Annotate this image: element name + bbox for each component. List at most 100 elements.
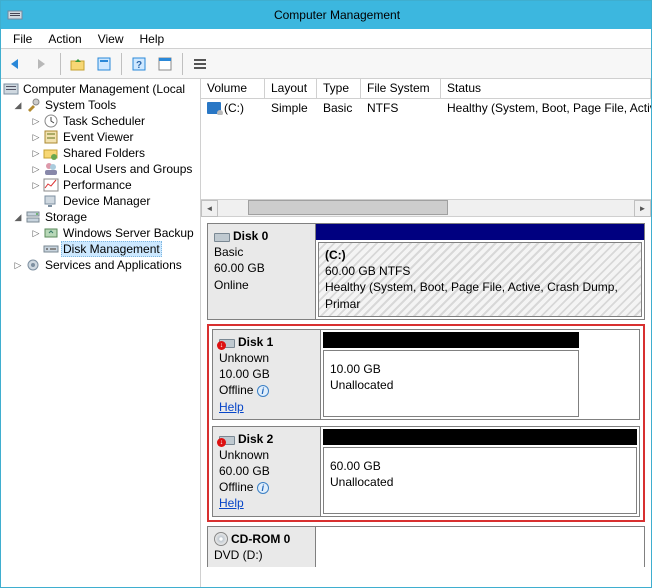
tree-ws-backup[interactable]: ▷ Windows Server Backup [1, 225, 200, 241]
volume-status: Healthy (System, Boot, Page File, Active… [441, 101, 651, 115]
toolbar: ? [1, 49, 651, 79]
volume-list[interactable]: (C:) Simple Basic NTFS Healthy (System, … [201, 99, 651, 199]
disk-graphical-view[interactable]: Disk 0 Basic 60.00 GB Online (C:) 60.00 … [201, 217, 651, 587]
menu-file[interactable]: File [5, 30, 40, 48]
col-filesystem[interactable]: File System [361, 79, 441, 98]
cdrom-icon [214, 532, 228, 546]
info-icon[interactable]: i [257, 385, 269, 397]
partition-header-bar [323, 332, 579, 348]
scroll-right-button[interactable]: ► [634, 200, 651, 217]
highlighted-disks: ↓Disk 1 Unknown 10.00 GB Offline i Help … [207, 324, 645, 522]
scroll-left-button[interactable]: ◄ [201, 200, 218, 217]
col-volume[interactable]: Volume [201, 79, 265, 98]
expand-icon[interactable]: ▷ [31, 180, 41, 191]
partition-status: Unallocated [330, 377, 572, 393]
event-icon [43, 129, 59, 145]
clock-icon [43, 113, 59, 129]
menu-view[interactable]: View [90, 30, 132, 48]
partition-size: 60.00 GB NTFS [325, 263, 635, 279]
tree-device-manager[interactable]: Device Manager [1, 193, 200, 209]
expand-icon[interactable]: ▷ [31, 116, 41, 127]
tree-label: Shared Folders [61, 146, 147, 160]
tree-performance[interactable]: ▷ Performance [1, 177, 200, 193]
navigation-tree[interactable]: Computer Management (Local ◢ System Tool… [1, 79, 201, 587]
details-pane: Volume Layout Type File System Status (C… [201, 79, 651, 587]
storage-icon [25, 209, 41, 225]
toolbar-separator [60, 53, 61, 75]
disk-state: Offline [219, 480, 253, 494]
tree-storage[interactable]: ◢ Storage [1, 209, 200, 225]
expand-icon[interactable]: ▷ [31, 148, 41, 159]
toolbar-separator [182, 53, 183, 75]
scroll-track[interactable] [218, 200, 634, 217]
up-folder-button[interactable] [66, 52, 90, 76]
tree-label: Disk Management [61, 241, 162, 257]
collapse-icon[interactable]: ◢ [13, 212, 23, 223]
disk-1-partitions: 10.00 GB Unallocated [321, 330, 639, 419]
folder-up-icon [70, 56, 86, 72]
tree-disk-management[interactable]: Disk Management [1, 241, 200, 257]
tree-label: Computer Management (Local [21, 82, 187, 96]
partition-status: Healthy (System, Boot, Page File, Active… [325, 279, 635, 311]
svg-text:?: ? [136, 60, 142, 71]
menu-action[interactable]: Action [40, 30, 89, 48]
expand-icon[interactable]: ▷ [31, 228, 41, 239]
col-layout[interactable]: Layout [265, 79, 317, 98]
info-icon[interactable]: i [257, 482, 269, 494]
console-icon [3, 81, 19, 97]
collapse-icon[interactable]: ◢ [13, 100, 23, 111]
backup-icon [43, 225, 59, 241]
list-settings-button[interactable] [188, 52, 212, 76]
tree-label: Performance [61, 178, 134, 192]
menu-help[interactable]: Help [132, 30, 173, 48]
col-type[interactable]: Type [317, 79, 361, 98]
volume-row[interactable]: (C:) Simple Basic NTFS Healthy (System, … [201, 99, 651, 117]
expand-icon[interactable]: ▷ [31, 132, 41, 143]
disk-0-block[interactable]: Disk 0 Basic 60.00 GB Online (C:) 60.00 … [207, 223, 645, 320]
disk-1-block[interactable]: ↓Disk 1 Unknown 10.00 GB Offline i Help … [212, 329, 640, 420]
back-button[interactable] [5, 52, 29, 76]
volume-layout: Simple [265, 101, 317, 115]
volume-fs: NTFS [361, 101, 441, 115]
tree-task-scheduler[interactable]: ▷ Task Scheduler [1, 113, 200, 129]
properties-button[interactable] [92, 52, 116, 76]
partition-c[interactable]: (C:) 60.00 GB NTFS Healthy (System, Boot… [318, 242, 642, 317]
col-status[interactable]: Status [441, 79, 651, 98]
tree-label: System Tools [43, 98, 118, 112]
window-title: Computer Management [274, 8, 400, 22]
cdrom-block[interactable]: CD-ROM 0 DVD (D:) [207, 526, 645, 567]
app-icon [7, 7, 23, 23]
disk-name: Disk 2 [238, 431, 273, 447]
tree-shared-folders[interactable]: ▷ Shared Folders [1, 145, 200, 161]
tree-services-apps[interactable]: ▷ Services and Applications [1, 257, 200, 273]
disk-size: 60.00 GB [214, 260, 309, 276]
disk-name: Disk 0 [233, 228, 268, 244]
title-bar[interactable]: Computer Management [1, 1, 651, 29]
list-icon [192, 56, 208, 72]
help-icon: ? [131, 56, 147, 72]
disk-0-partitions: (C:) 60.00 GB NTFS Healthy (System, Boot… [316, 224, 644, 319]
partition-label: (C:) [325, 248, 346, 262]
disk-2-partitions: 60.00 GB Unallocated [321, 427, 639, 516]
tree-system-tools[interactable]: ◢ System Tools [1, 97, 200, 113]
partition-unallocated[interactable]: 60.00 GB Unallocated [323, 447, 637, 514]
disk-2-block[interactable]: ↓Disk 2 Unknown 60.00 GB Offline i Help … [212, 426, 640, 517]
tree-label: Device Manager [61, 194, 152, 208]
tree-local-users[interactable]: ▷ Local Users and Groups [1, 161, 200, 177]
expand-icon[interactable]: ▷ [13, 260, 23, 271]
cdrom-partitions [316, 527, 644, 567]
help-button[interactable]: ? [127, 52, 151, 76]
tree-label: Services and Applications [43, 258, 184, 272]
help-link[interactable]: Help [219, 496, 244, 510]
expand-icon[interactable]: ▷ [31, 164, 41, 175]
tree-root[interactable]: Computer Management (Local [1, 81, 200, 97]
help-link[interactable]: Help [219, 400, 244, 414]
disk-name: Disk 1 [238, 334, 273, 350]
horizontal-scrollbar[interactable]: ◄ ► [201, 199, 651, 217]
partition-unallocated[interactable]: 10.00 GB Unallocated [323, 350, 579, 417]
volume-type: Basic [317, 101, 361, 115]
forward-button[interactable] [31, 52, 55, 76]
refresh-button[interactable] [153, 52, 177, 76]
scroll-thumb[interactable] [248, 200, 448, 215]
tree-event-viewer[interactable]: ▷ Event Viewer [1, 129, 200, 145]
